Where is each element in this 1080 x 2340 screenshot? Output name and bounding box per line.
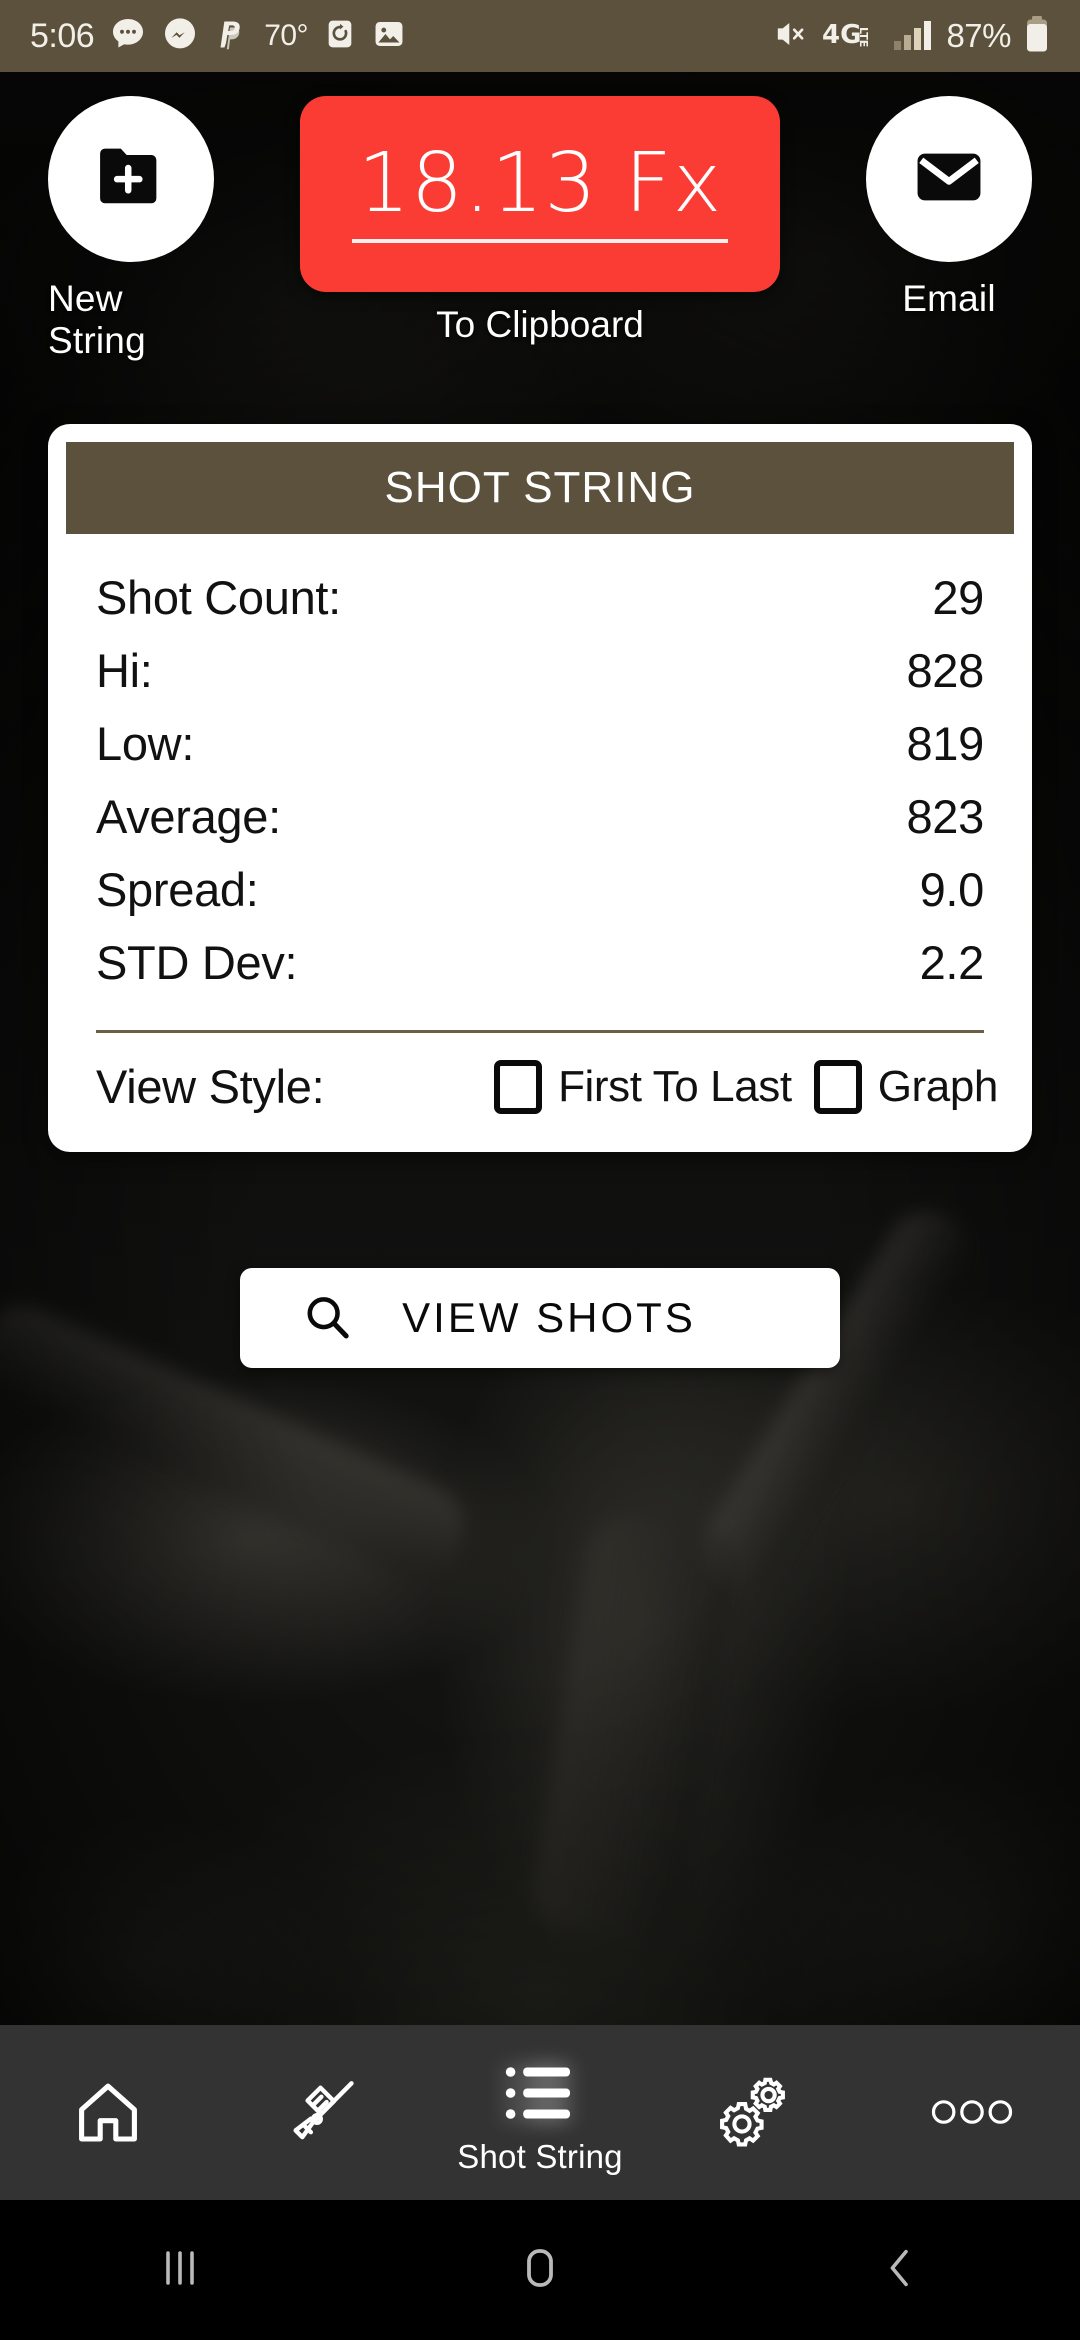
alarm-reset-icon [324,16,356,57]
app-bottom-nav: Shot String [0,2025,1080,2200]
home-button[interactable] [360,2242,720,2299]
back-button[interactable] [720,2242,1080,2299]
view-style-option-graph[interactable]: Graph [813,1059,999,1114]
rifle-icon [283,2069,365,2155]
back-chevron-icon [874,2242,926,2299]
email-action[interactable]: Email [866,96,1032,320]
status-bar-left: 5:06 70° [30,16,406,57]
card-header-title: SHOT STRING [384,463,696,512]
stat-label: STD Dev: [96,936,298,989]
to-clipboard-button[interactable]: 18.13 Fx [300,96,780,292]
nav-item-home[interactable] [0,2025,216,2200]
to-clipboard-label: To Clipboard [436,304,644,345]
email-label: Email [902,278,996,319]
stats-list: Shot Count: 29 Hi: 828 Low: 819 Average:… [66,534,1014,1008]
photo-icon [372,17,406,56]
new-string-button[interactable] [48,96,214,262]
view-style-row: View Style: First To Last Graph [66,1033,1014,1152]
status-bar-right: 4G LTE 87% [771,15,1050,58]
status-battery-percent: 87% [946,17,1011,54]
stat-row-hi: Hi: 828 [96,643,984,716]
mute-icon [771,17,809,56]
nav-item-more[interactable] [864,2025,1080,2200]
checkbox-label: Graph [877,1061,999,1111]
stat-row-average: Average: 823 [96,789,984,862]
stat-row-low: Low: 819 [96,716,984,789]
view-style-label: View Style: [96,1060,325,1113]
recents-icon [154,2242,206,2299]
nav-item-rifle[interactable] [216,2025,432,2200]
stat-label: Shot Count: [96,571,341,624]
nav-item-settings[interactable] [648,2025,864,2200]
clipboard-value: 18.13 Fx [351,143,729,243]
view-style-option-first-to-last[interactable]: First To Last [494,1059,792,1114]
status-bar: 5:06 70° 4G LTE 87% [0,0,1080,72]
checkbox-label: First To Last [558,1061,792,1111]
messenger-icon [162,16,198,57]
top-action-row: New String 18.13 Fx To Clipboard Email [0,96,1080,362]
view-shots-button[interactable]: VIEW SHOTS [240,1268,840,1368]
paypal-icon [214,16,248,57]
stat-value: 823 [906,790,984,843]
status-temperature: 70° [264,19,309,52]
nav-label: Shot String [457,2137,623,2175]
more-dots-icon [928,2069,1016,2155]
system-navigation-bar [0,2200,1080,2340]
stat-row-shot-count: Shot Count: 29 [96,570,984,643]
view-shots-label: VIEW SHOTS [402,1294,696,1341]
stat-value: 819 [906,717,984,770]
home-icon [70,2069,146,2155]
folder-plus-icon [93,143,169,216]
stat-row-std-dev: STD Dev: 2.2 [96,935,984,1008]
recents-button[interactable] [0,2242,360,2299]
stat-value: 2.2 [919,936,985,989]
network-4glte-icon: 4G LTE [822,17,880,56]
stat-label: Hi: [96,644,153,697]
stat-value: 29 [932,571,984,624]
sms-icon [110,16,146,57]
envelope-icon [912,146,986,213]
stat-value: 828 [906,644,984,697]
stat-row-spread: Spread: 9.0 [96,862,984,935]
to-clipboard-action[interactable]: 18.13 Fx To Clipboard [300,96,780,346]
home-square-icon [514,2242,566,2299]
nav-item-shot-string[interactable]: Shot String [432,2025,648,2200]
signal-bars-icon [893,17,933,56]
search-icon [302,1292,354,1344]
stat-value: 9.0 [919,863,985,916]
status-clock: 5:06 [30,16,95,55]
new-string-label: New String [48,278,146,361]
email-button[interactable] [866,96,1032,262]
shot-string-card: SHOT STRING Shot Count: 29 Hi: 828 Low: … [48,424,1032,1152]
svg-text:4G: 4G [822,20,861,50]
checkbox-first-to-last[interactable] [494,1059,543,1114]
stat-label: Average: [96,790,281,843]
svg-text:LTE: LTE [857,27,870,47]
gears-icon [716,2069,796,2155]
new-string-action[interactable]: New String [48,96,214,362]
stat-label: Low: [96,717,195,770]
list-icon [504,2050,576,2136]
stat-label: Spread: [96,863,259,916]
view-style-options: First To Last Graph [494,1059,999,1114]
app-screen: 5:06 70° 4G LTE 87% New String 18.13 Fx … [0,0,1080,2340]
battery-icon [1024,15,1050,58]
card-header: SHOT STRING [66,442,1014,534]
checkbox-graph[interactable] [813,1059,862,1114]
